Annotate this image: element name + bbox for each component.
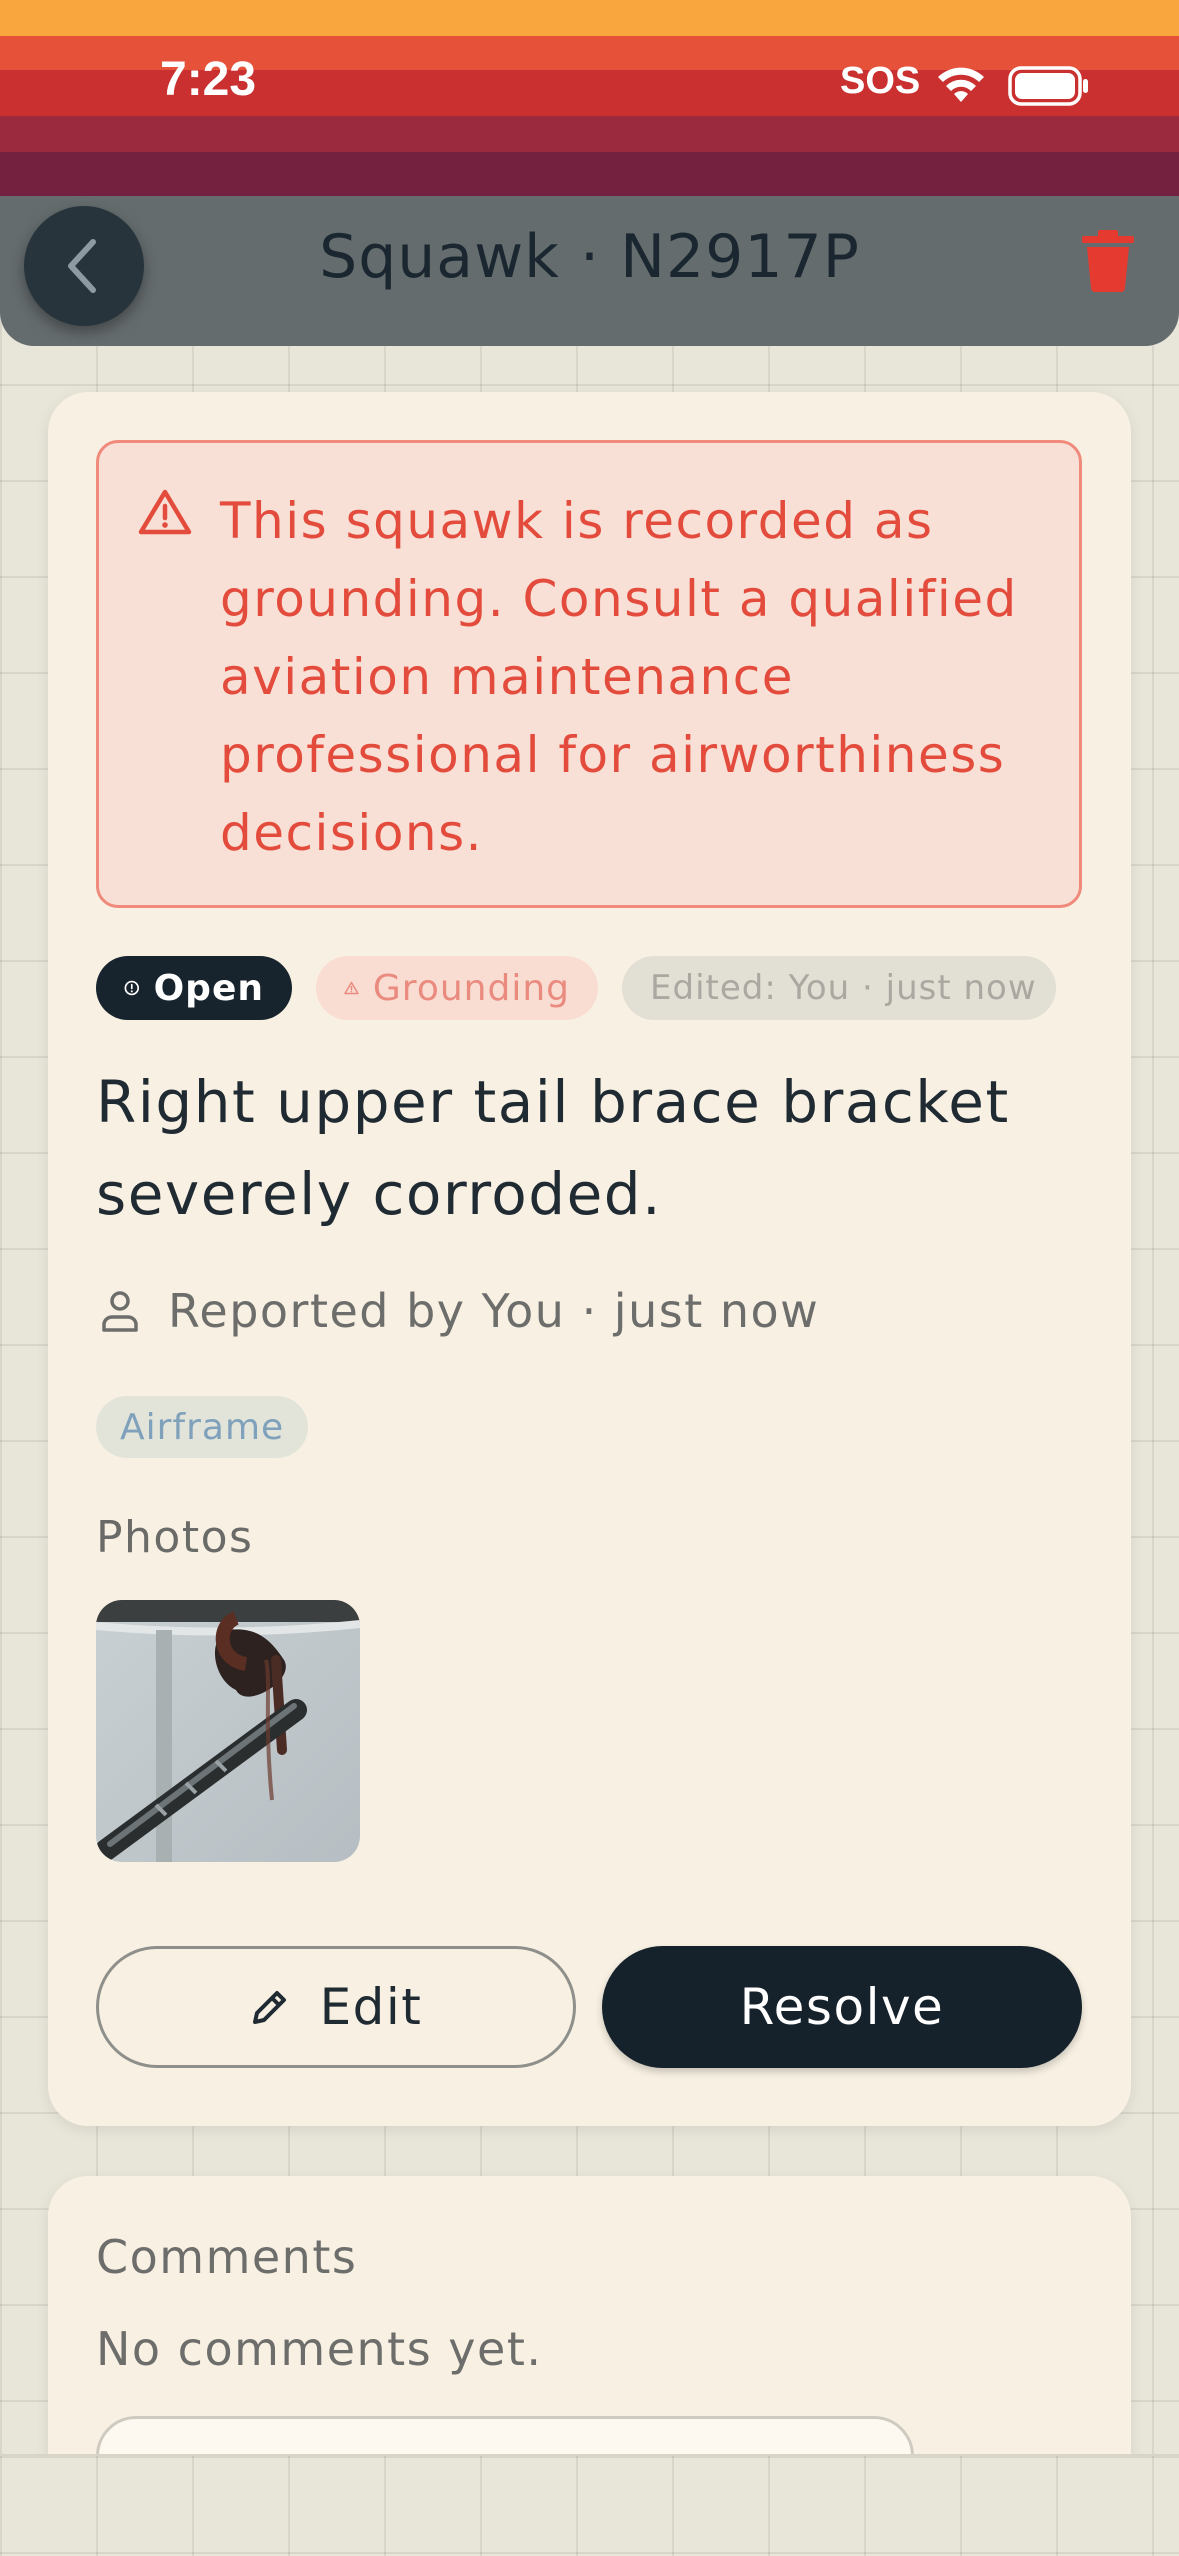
back-button[interactable]	[24, 206, 144, 326]
pencil-icon	[252, 1991, 286, 2024]
status-badge: Open	[96, 956, 292, 1020]
status-carrier: SOS	[840, 60, 921, 102]
battery-icon	[1008, 66, 1088, 106]
photos-label: Photos	[96, 1512, 254, 1563]
no-comments-text: No comments yet.	[96, 2322, 543, 2376]
wifi-icon	[938, 67, 984, 102]
trash-icon[interactable]	[1080, 230, 1136, 292]
status-badge-label: Open	[153, 967, 264, 1009]
bottom-bar	[0, 2454, 1179, 2556]
warning-triangle-icon	[138, 489, 192, 535]
resolve-button[interactable]: Resolve	[602, 1946, 1082, 2068]
grounding-badge: Grounding	[316, 956, 598, 1020]
warning-triangle-icon	[344, 981, 359, 995]
edit-button[interactable]: Edit	[96, 1946, 576, 2068]
page-title: Squawk · N2917P	[319, 222, 860, 292]
reported-by: Reported by You · just now	[168, 1284, 820, 1338]
person-icon	[102, 1291, 138, 1332]
comments-title: Comments	[96, 2230, 358, 2284]
chevron-left-icon	[68, 239, 96, 293]
squawk-description: Right upper tail brace bracket severely …	[96, 1068, 1010, 1228]
alert-circle-icon	[124, 980, 140, 996]
category-tag[interactable]: Airframe	[96, 1396, 309, 1458]
edited-badge-label: Edited: You · just now	[650, 968, 1037, 1008]
edit-button-label: Edit	[319, 1978, 423, 2036]
alert-text: This squawk is recorded as grounding. Co…	[220, 492, 1018, 862]
grounding-badge-label: Grounding	[372, 967, 570, 1009]
bracket-photo	[96, 1600, 360, 1862]
resolve-button-label: Resolve	[739, 1978, 945, 2036]
edited-badge: Edited: You · just now	[622, 956, 1056, 1020]
status-time: 7:23	[160, 53, 257, 106]
category-tag-label: Airframe	[120, 1406, 285, 1448]
photo-thumbnail[interactable]	[96, 1600, 360, 1862]
status-bar: 7:23 SOS	[0, 0, 1179, 196]
